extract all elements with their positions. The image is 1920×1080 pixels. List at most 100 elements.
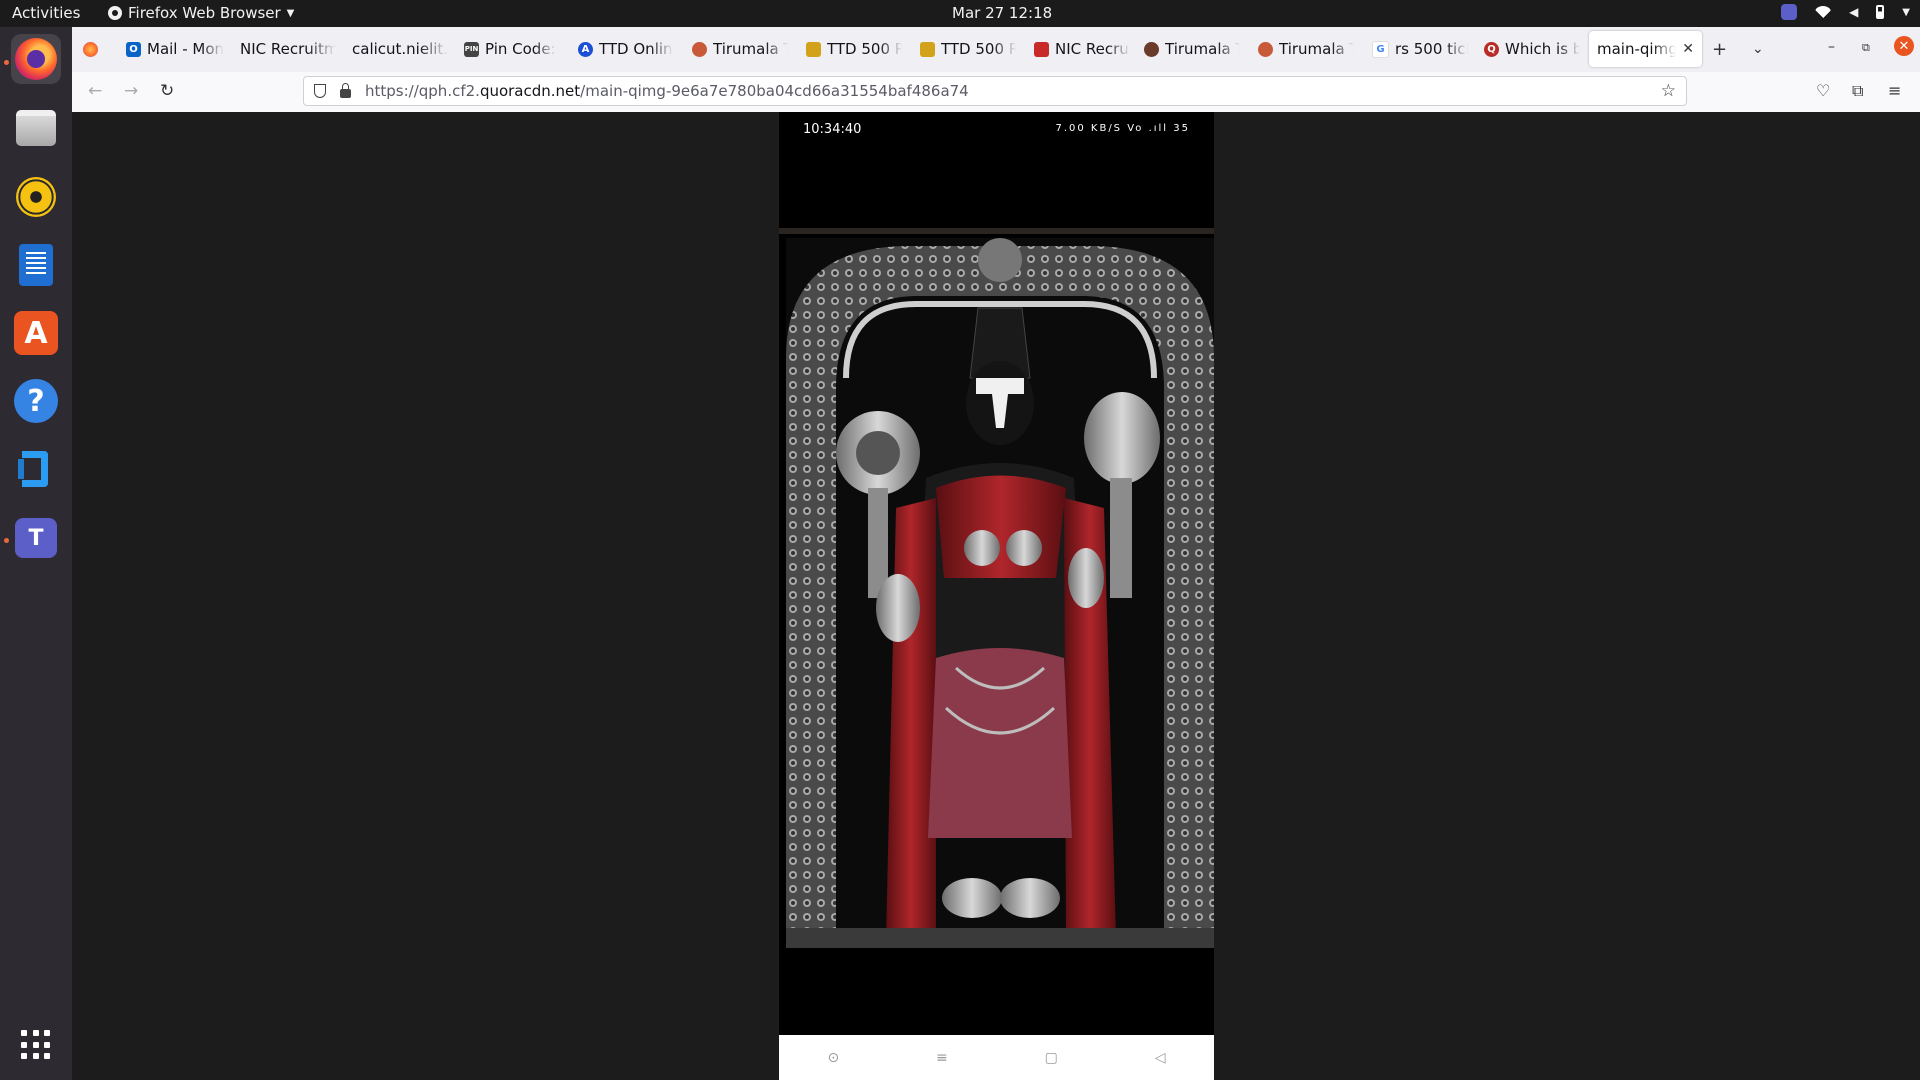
tab-label: calicut.nielit.: [352, 40, 448, 58]
close-window-button[interactable]: ✕: [1894, 36, 1914, 56]
gnome-top-bar: Activities Firefox Web Browser ▼ Mar 27 …: [0, 0, 1920, 27]
app-menu[interactable]: Firefox Web Browser ▼: [108, 4, 294, 22]
tab-strip: O Mail - Mon NIC Recruitm calicut.nielit…: [72, 27, 1920, 73]
forward-button[interactable]: →: [124, 81, 138, 101]
tab-mail[interactable]: O Mail - Mon: [126, 31, 226, 67]
ttd-icon: [806, 41, 821, 57]
libreoffice-writer-icon: [19, 244, 53, 286]
minimize-button[interactable]: –: [1828, 39, 1835, 55]
tab-tirumala-2[interactable]: Tirumala T: [1144, 31, 1240, 67]
teams-icon: T: [15, 518, 57, 558]
new-tab-button[interactable]: +: [1712, 39, 1727, 60]
vscode-icon: [16, 449, 56, 489]
pocket-icon[interactable]: ♡: [1816, 81, 1830, 100]
bookmark-star-icon[interactable]: ☆: [1661, 81, 1676, 101]
tracking-protection-icon[interactable]: [314, 84, 326, 98]
url-host: quoracdn.net: [479, 82, 581, 100]
help-icon: ?: [14, 379, 58, 423]
chevron-down-icon: ▼: [286, 7, 295, 19]
close-tab-icon[interactable]: ✕: [1682, 41, 1694, 57]
deity-illustration: [786, 238, 1214, 948]
dock: A ? T: [0, 27, 72, 1080]
dock-vscode[interactable]: [11, 444, 61, 494]
firefox-small-icon: [108, 6, 122, 20]
tab-quora[interactable]: Q Which is b: [1484, 31, 1580, 67]
teams-tray-icon[interactable]: [1781, 4, 1798, 20]
app-menu-label: Firefox Web Browser: [128, 4, 281, 22]
dock-files[interactable]: [11, 103, 61, 153]
system-menu-chevron-icon[interactable]: ▼: [1902, 7, 1910, 18]
tab-label: TTD 500 R: [941, 40, 1016, 58]
tab-label: Pin Code:: [485, 40, 556, 58]
nic-icon: [1034, 41, 1049, 57]
running-indicator: [4, 60, 9, 65]
rhythmbox-icon: [16, 177, 56, 217]
tab-nic-recruitment[interactable]: NIC Recruitm: [240, 31, 336, 67]
phone-time: 10:34:40: [803, 122, 862, 137]
tab-label: Tirumala T: [1165, 40, 1240, 58]
wifi-icon[interactable]: [1815, 6, 1832, 18]
tab-label: Which is b: [1505, 40, 1580, 58]
tab-label: Tirumala T: [713, 40, 788, 58]
files-icon: [16, 110, 56, 146]
phone-menu-icon: ≡: [936, 1049, 948, 1066]
tab-tirumala-3[interactable]: Tirumala T: [1258, 31, 1354, 67]
extensions-icon[interactable]: ⧉: [1852, 81, 1863, 101]
firefox-icon: [15, 38, 57, 80]
dock-firefox[interactable]: [11, 34, 61, 84]
tab-tirumala[interactable]: Tirumala T: [692, 31, 788, 67]
tirumala-icon: [1144, 41, 1159, 57]
url-path: /main-qimg-9e6a7e780ba04cd66a31554baf486…: [580, 82, 969, 100]
deity-photo: [786, 238, 1214, 948]
system-tray[interactable]: ▼: [1781, 4, 1910, 20]
tab-google-search[interactable]: G rs 500 tick: [1372, 31, 1468, 67]
tab-ttd-online[interactable]: A TTD Onlin: [578, 31, 674, 67]
url-text[interactable]: https://qph.cf2.quoracdn.net/main-qimg-9…: [365, 82, 969, 100]
tab-ttd-500-2[interactable]: TTD 500 R: [920, 31, 1016, 67]
tab-label: main-qimg-: [1597, 40, 1677, 58]
tab-calicut-nielit[interactable]: calicut.nielit.: [352, 31, 448, 67]
clock[interactable]: Mar 27 12:18: [952, 4, 1052, 22]
pin-icon: PIN: [464, 41, 479, 57]
dock-writer[interactable]: [11, 240, 61, 290]
lock-icon[interactable]: [340, 83, 351, 98]
ttd-online-icon: A: [578, 41, 593, 57]
activities-button[interactable]: Activities: [12, 4, 80, 22]
phone-home-icon: ▢: [1044, 1049, 1058, 1066]
tab-main-qimg[interactable]: main-qimg- ✕: [1589, 31, 1702, 67]
dock-rhythmbox[interactable]: [11, 172, 61, 222]
image-divider: [779, 228, 1214, 234]
app-center-icon: A: [14, 311, 58, 355]
phone-status-bar: 10:34:40 7.00 KB/S Vo .ıll 35: [779, 112, 1214, 152]
phone-back-icon: ◁: [1154, 1049, 1166, 1066]
outlook-icon: O: [126, 41, 141, 57]
show-applications-button[interactable]: [11, 1020, 61, 1070]
running-indicator: [4, 538, 9, 543]
tab-label: TTD Onlin: [599, 40, 673, 58]
phone-assistant-icon: ⊙: [827, 1049, 840, 1066]
tab-label: NIC Recrui: [1055, 40, 1130, 58]
volume-icon[interactable]: [1849, 4, 1858, 20]
tab-nic-recruitment-2[interactable]: NIC Recrui: [1034, 31, 1130, 67]
page-viewport: 10:34:40 7.00 KB/S Vo .ıll 35 ⊙ ≡ ▢ ◁: [72, 112, 1920, 1080]
list-all-tabs-button[interactable]: ⌄: [1752, 41, 1764, 57]
tab-ttd-500[interactable]: TTD 500 R: [806, 31, 902, 67]
tirumala-icon: [1258, 41, 1273, 57]
dock-app-center[interactable]: A: [11, 308, 61, 358]
dock-teams[interactable]: T: [11, 513, 61, 563]
phone-screenshot-image[interactable]: 10:34:40 7.00 KB/S Vo .ıll 35 ⊙ ≡ ▢ ◁: [779, 112, 1214, 1080]
firefox-view-icon[interactable]: [83, 42, 98, 57]
url-bar[interactable]: https://qph.cf2.quoracdn.net/main-qimg-9…: [303, 76, 1687, 106]
reload-button[interactable]: ↻: [160, 81, 174, 101]
tirumala-icon: [692, 41, 707, 57]
hamburger-menu-icon[interactable]: ≡: [1888, 81, 1901, 100]
tab-label: Mail - Mon: [147, 40, 225, 58]
battery-icon[interactable]: [1876, 5, 1885, 19]
url-prefix: https://qph.cf2.: [365, 82, 480, 100]
back-button[interactable]: ←: [88, 81, 102, 101]
app-grid-icon: [21, 1030, 51, 1060]
tab-pin-code[interactable]: PIN Pin Code:: [464, 31, 560, 67]
dock-help[interactable]: ?: [11, 376, 61, 426]
restore-button[interactable]: ⧉: [1862, 41, 1870, 55]
quora-icon: Q: [1484, 41, 1499, 57]
